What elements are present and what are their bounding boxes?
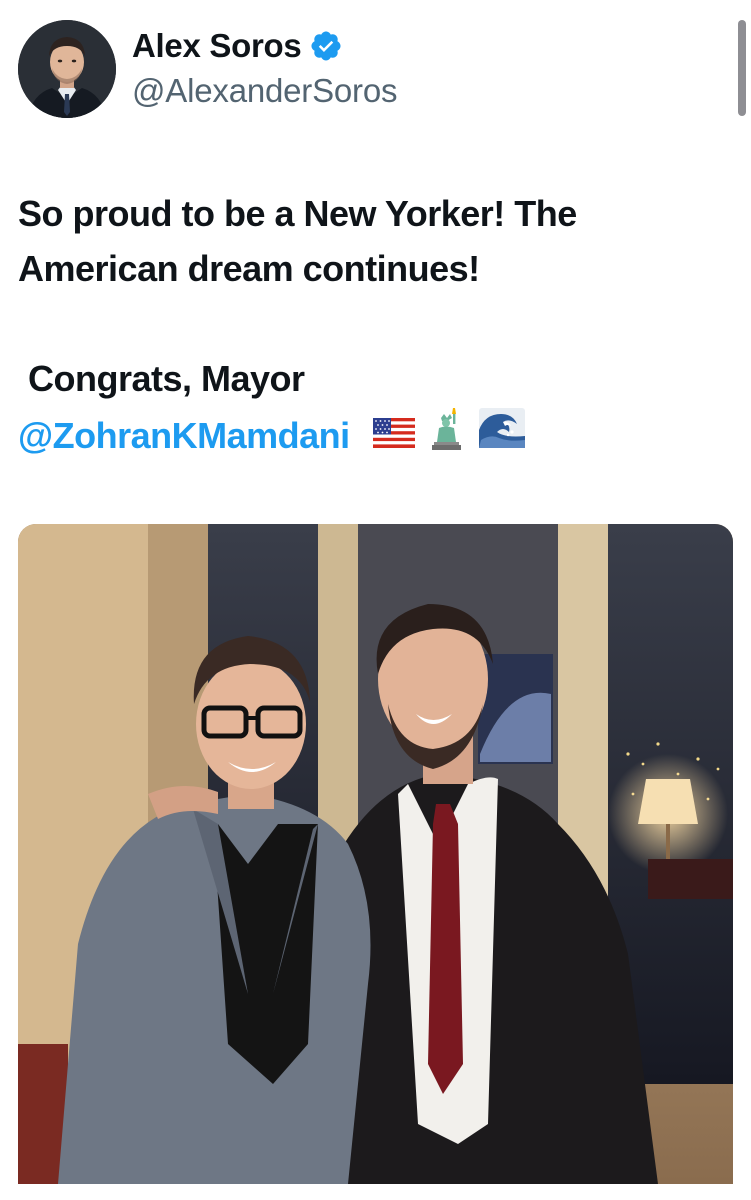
tweet-text-line: Congrats, Mayor xyxy=(28,358,305,399)
us-flag-icon xyxy=(373,408,416,463)
tweet-text-line: American dream continues! xyxy=(18,248,480,289)
emoji-group xyxy=(373,406,526,465)
avatar[interactable] xyxy=(18,20,116,118)
scrollbar[interactable] xyxy=(738,20,746,116)
tweet-photo[interactable] xyxy=(18,524,733,1184)
author-names: Alex Soros @AlexanderSoros xyxy=(132,26,398,110)
verified-badge-icon xyxy=(309,29,343,63)
water-wave-icon xyxy=(479,408,526,463)
author-handle[interactable]: @AlexanderSoros xyxy=(132,72,398,110)
mention-link[interactable]: @ZohranKMamdani xyxy=(18,415,350,456)
statue-of-liberty-icon xyxy=(429,406,465,465)
tweet-text-line: So proud to be a New Yorker! The xyxy=(18,193,577,234)
tweet-text: So proud to be a New Yorker! The America… xyxy=(18,186,728,465)
mention-line: @ZohranKMamdani xyxy=(18,406,728,465)
tweet-header: Alex Soros @AlexanderSoros xyxy=(18,20,718,120)
display-name[interactable]: Alex Soros xyxy=(132,27,302,65)
